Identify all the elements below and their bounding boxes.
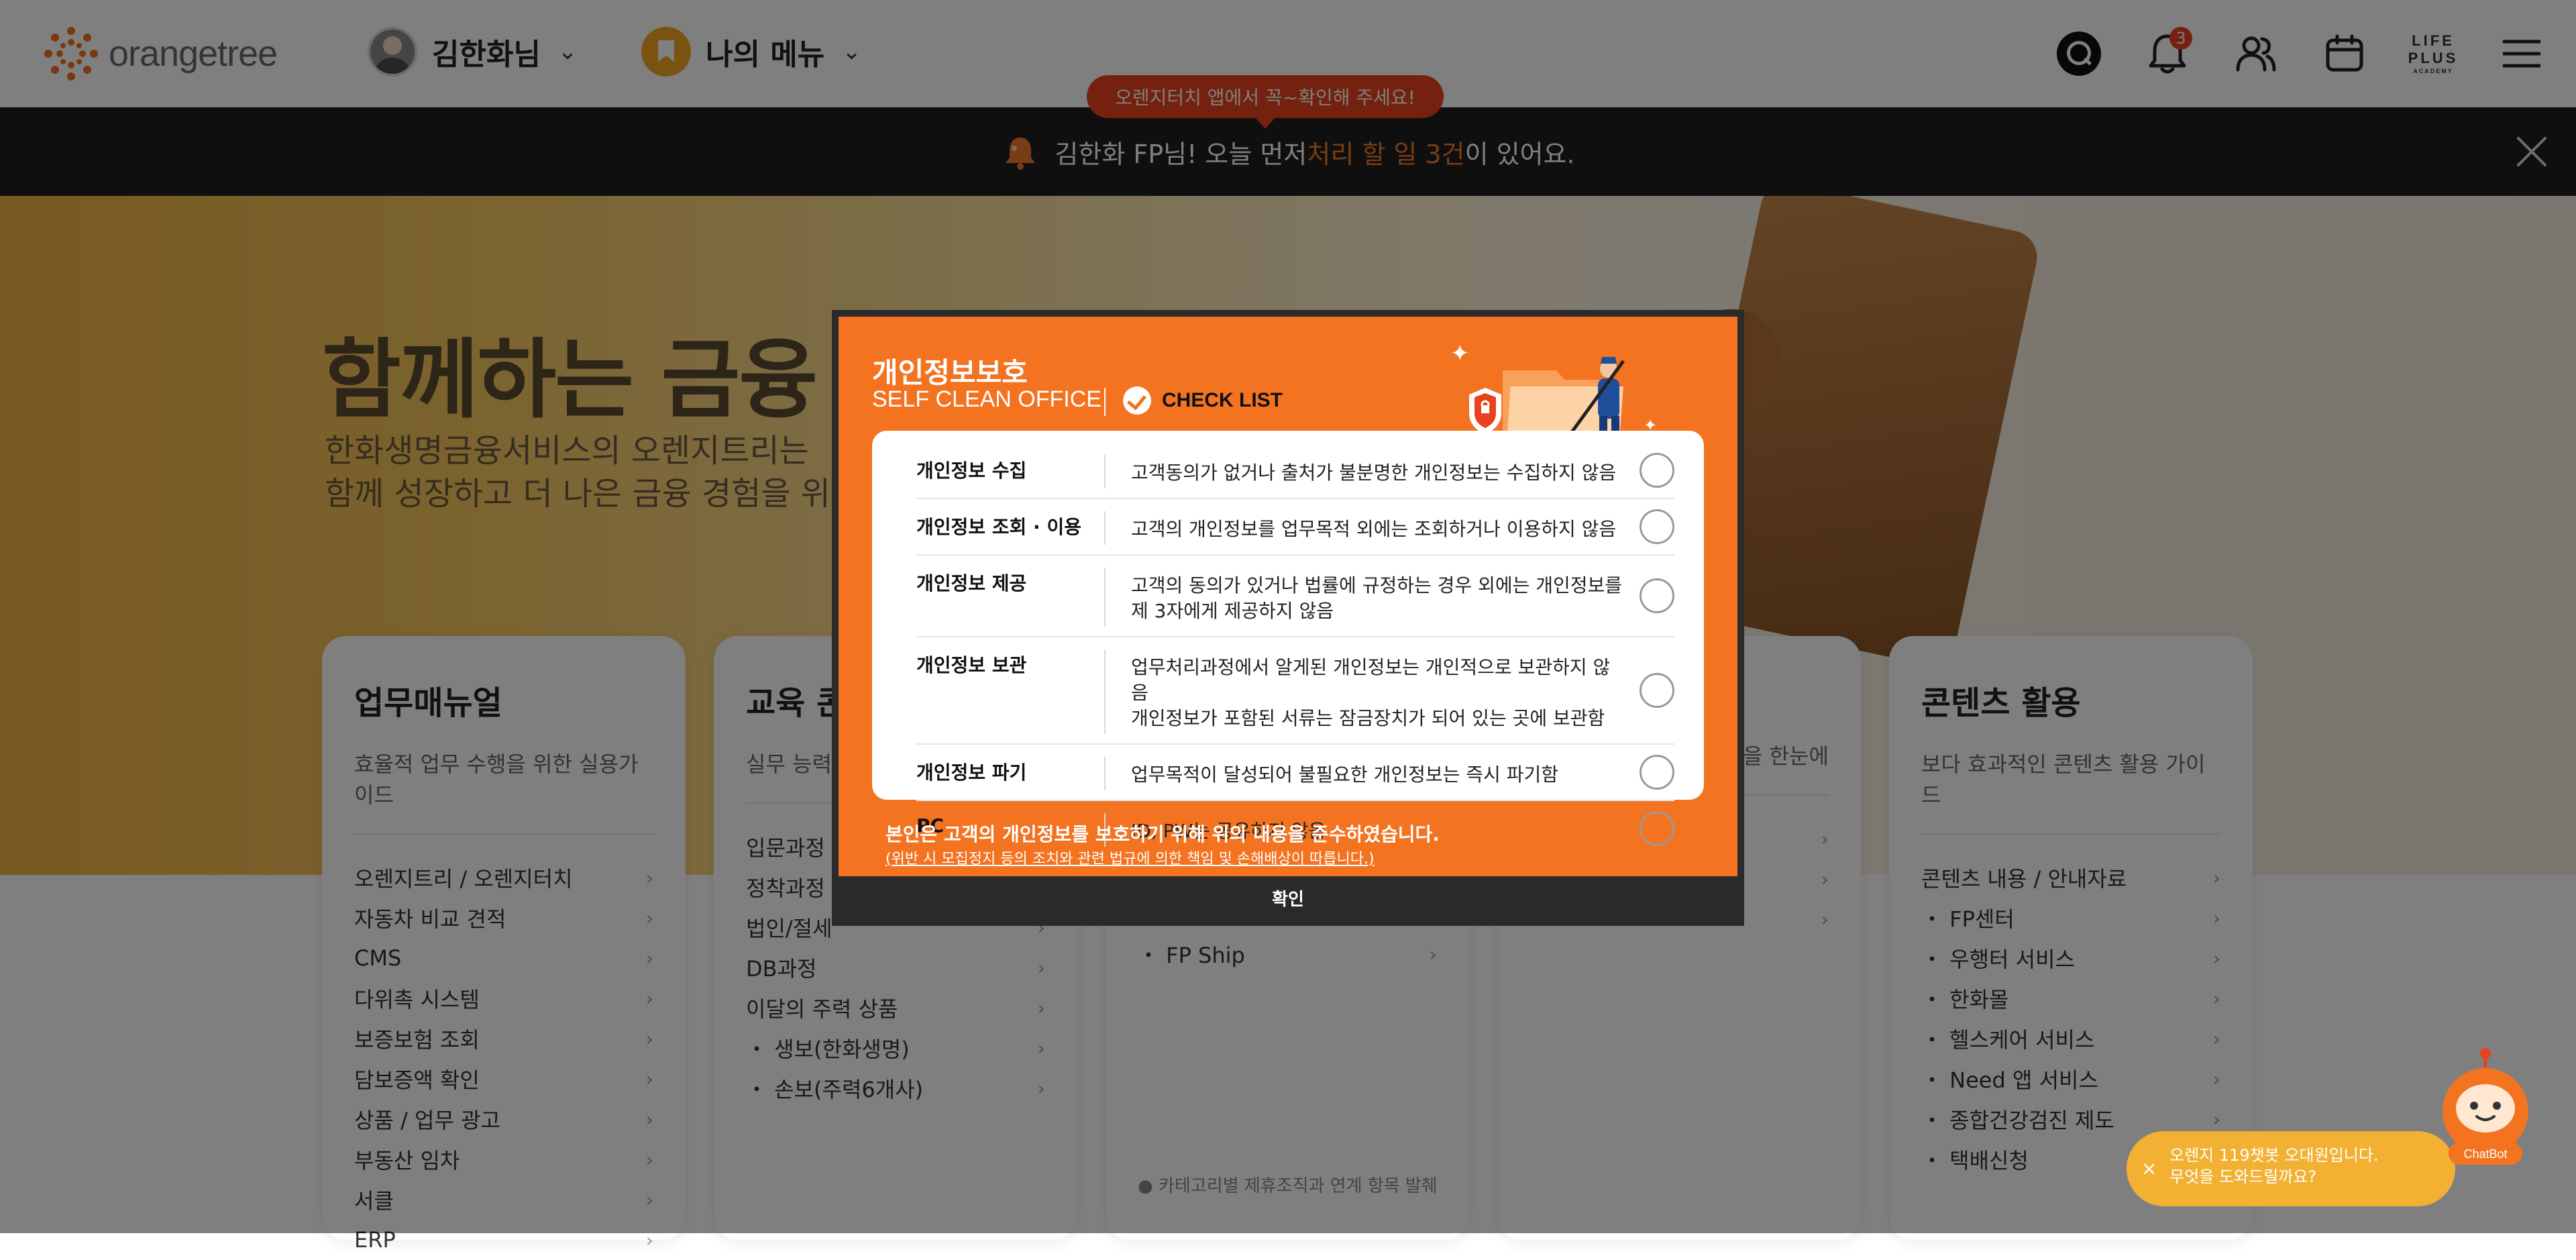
checklist-row: 개인정보 수집 고객동의가 없거나 출처가 불분명한 개인정보는 수집하지 않음 [916,443,1674,499]
row-category: 개인정보 보관 [916,654,1027,676]
svg-text:✦: ✦ [1450,340,1470,367]
close-icon[interactable]: × [2141,1158,2157,1179]
checklist-table: 개인정보 수집 고객동의가 없거나 출처가 불분명한 개인정보는 수집하지 않음… [872,431,1704,847]
row-category: 개인정보 수집 [916,460,1027,482]
row-description: 업무목적이 달성되어 불필요한 개인정보는 즉시 파기함 [1131,764,1558,786]
chatbot-label: ChatBot [2463,1147,2507,1161]
row-category: 개인정보 제공 [916,572,1027,594]
row-description: 고객의 동의가 있거나 법률에 규정하는 경우 외에는 개인정보를 제 3자에게… [1131,574,1623,622]
agreement-note: (위반 시 모집정지 등의 조치와 관련 법규에 의한 책임 및 손해배상이 따… [885,851,1375,868]
confirm-button[interactable]: 확인 [839,876,1737,919]
row-description: 업무처리과정에서 알게된 개인정보는 개인적으로 보관하지 않음 개인정보가 포… [1131,656,1611,729]
check-radio[interactable] [1640,578,1674,613]
check-radio[interactable] [1640,453,1674,488]
check-radio[interactable] [1640,509,1674,544]
chatbot-line-1: 오렌지 119챗봇 오대원입니다. [2169,1146,2379,1165]
row-category: 개인정보 파기 [916,762,1027,784]
privacy-checklist-modal: 개인정보보호 SELF CLEAN OFFICE CHECK LIST ✦ ✦ [832,310,1744,926]
check-radio[interactable] [1640,673,1674,708]
checklist-row: 개인정보 조회 · 이용 고객의 개인정보를 업무목적 외에는 조회하거나 이용… [916,499,1674,556]
checklist-heading: CHECK LIST [1104,386,1283,416]
row-description: 고객의 개인정보를 업무목적 외에는 조회하거나 이용하지 않음 [1131,518,1617,540]
checklist-row: 개인정보 제공 고객의 동의가 있거나 법률에 규정하는 경우 외에는 개인정보… [916,556,1674,637]
modal-body: 개인정보보호 SELF CLEAN OFFICE CHECK LIST ✦ ✦ [839,317,1737,876]
checklist-label: CHECK LIST [1162,389,1283,411]
checklist-row: 개인정보 파기 업무목적이 달성되어 불필요한 개인정보는 즉시 파기함 [916,745,1674,801]
chatbot-icon[interactable]: ChatBot [2435,1047,2536,1174]
checklist-row: 개인정보 보관 업무처리과정에서 알게된 개인정보는 개인적으로 보관하지 않음… [916,637,1674,745]
check-radio[interactable] [1640,755,1674,790]
check-radio[interactable] [1640,811,1674,846]
chatbot-greeting[interactable]: × 오렌지 119챗봇 오대원입니다. 무엇을 도와드릴까요? [2127,1131,2455,1206]
chatbot-line-2: 무엇을 도와드릴까요? [2169,1167,2317,1186]
check-circle-icon [1123,386,1151,415]
modal-subtitle: SELF CLEAN OFFICE [872,386,1102,412]
row-category: 개인정보 조회 · 이용 [916,516,1081,538]
modal-title: 개인정보보호 [872,356,1028,389]
row-description: 고객동의가 없거나 출처가 불분명한 개인정보는 수집하지 않음 [1131,462,1617,484]
agreement-text: 본인은 고객의 개인정보를 보호하기 위해 위의 내용을 준수하였습니다. [885,823,1440,845]
